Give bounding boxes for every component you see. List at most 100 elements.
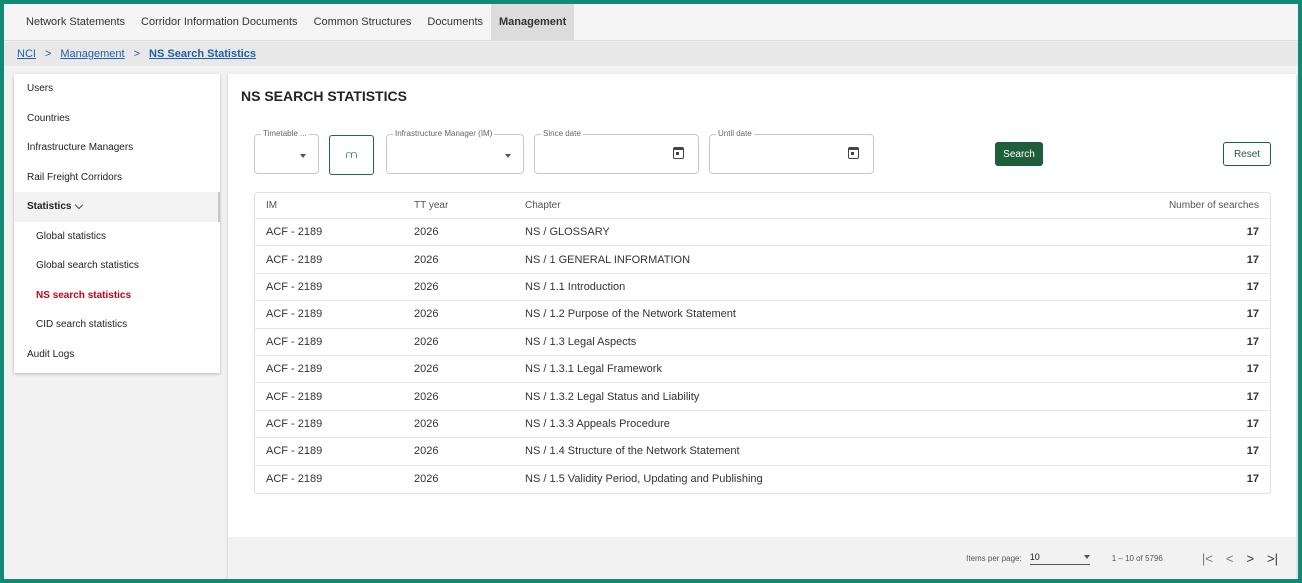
cell-tt-year: 2026	[414, 417, 439, 430]
sidebar-item-cid-search-statistics[interactable]: CID search statistics	[14, 310, 220, 340]
cell-number-of-searches: 17	[1246, 253, 1259, 266]
table-row[interactable]: ACF - 2189 2026 NS / 1.5 Validity Period…	[255, 466, 1270, 493]
hierarchy-filter-button[interactable]: ⩋	[329, 135, 374, 175]
first-page-icon[interactable]: |<	[1202, 551, 1213, 566]
cell-chapter: NS / GLOSSARY	[525, 226, 610, 239]
hierarchy-icon: ⩋	[345, 148, 358, 161]
cell-tt-year: 2026	[414, 308, 439, 321]
next-page-icon[interactable]: >	[1246, 551, 1254, 566]
breadcrumb-nci[interactable]: NCI	[17, 48, 36, 60]
table-row[interactable]: ACF - 2189 2026 NS / 1.3 Legal Aspects 1…	[255, 329, 1270, 356]
table-row[interactable]: ACF - 2189 2026 NS / 1.4 Structure of th…	[255, 438, 1270, 466]
tab-documents[interactable]: Documents	[419, 4, 491, 40]
sidebar-item-countries[interactable]: Countries	[14, 104, 220, 134]
cell-chapter: NS / 1.3.3 Appeals Procedure	[525, 417, 670, 430]
table-row[interactable]: ACF - 2189 2026 NS / 1.3.1 Legal Framewo…	[255, 356, 1270, 384]
table-header-row: IM TT year Chapter Number of searches	[255, 193, 1270, 219]
since-date-label: Since date	[541, 129, 583, 138]
calendar-icon[interactable]	[848, 147, 859, 159]
breadcrumb: NCI > Management > NS Search Statistics	[4, 42, 1298, 66]
since-date-field[interactable]: Since date	[534, 129, 699, 174]
cell-tt-year: 2026	[414, 226, 439, 239]
cell-im: ACF - 2189	[266, 363, 323, 376]
last-page-icon[interactable]: >|	[1267, 551, 1278, 566]
table-row[interactable]: ACF - 2189 2026 NS / 1.2 Purpose of the …	[255, 301, 1270, 329]
breadcrumb-separator: >	[44, 48, 52, 60]
sidebar-item-ns-search-statistics[interactable]: NS search statistics	[14, 281, 220, 311]
cell-tt-year: 2026	[414, 445, 439, 458]
timetable-select[interactable]: Timetable ...	[254, 129, 319, 174]
column-header-im[interactable]: IM	[255, 200, 414, 211]
tab-corridor-information-documents[interactable]: Corridor Information Documents	[133, 4, 306, 40]
dropdown-arrow-icon	[1083, 554, 1090, 559]
dropdown-arrow-icon	[505, 154, 511, 158]
cell-chapter: NS / 1.2 Purpose of the Network Statemen…	[525, 308, 736, 321]
cell-number-of-searches: 17	[1246, 445, 1259, 458]
cell-chapter: NS / 1.3 Legal Aspects	[525, 335, 637, 348]
cell-tt-year: 2026	[414, 335, 439, 348]
paginator: Items per page: 10 1 – 10 of 5796 |< < >…	[228, 537, 1296, 579]
cell-im: ACF - 2189	[266, 253, 323, 266]
sidebar-item-statistics[interactable]: Statistics	[14, 192, 220, 222]
cell-number-of-searches: 17	[1246, 335, 1259, 348]
column-header-chapter[interactable]: Chapter	[525, 200, 1140, 211]
column-header-number-of-searches[interactable]: Number of searches	[1140, 200, 1270, 211]
app-frame: Network Statements Corridor Information …	[4, 4, 1298, 579]
cell-chapter: NS / 1.5 Validity Period, Updating and P…	[525, 473, 763, 486]
cell-im: ACF - 2189	[266, 280, 323, 293]
calendar-icon[interactable]	[673, 147, 684, 159]
cell-number-of-searches: 17	[1246, 417, 1259, 430]
column-header-tt-year[interactable]: TT year	[414, 200, 525, 211]
sidebar-item-infrastructure-managers[interactable]: Infrastructure Managers	[14, 133, 220, 163]
items-per-page-value: 10	[1029, 551, 1040, 562]
sidebar-item-global-search-statistics[interactable]: Global search statistics	[14, 251, 220, 281]
table-row[interactable]: ACF - 2189 2026 NS / GLOSSARY 17	[255, 219, 1270, 247]
cell-number-of-searches: 17	[1246, 390, 1259, 403]
top-navigation: Network Statements Corridor Information …	[4, 4, 1298, 41]
table-row[interactable]: ACF - 2189 2026 NS / 1.1 Introduction 17	[255, 274, 1270, 302]
sidebar-item-global-statistics[interactable]: Global statistics	[14, 222, 220, 252]
breadcrumb-current[interactable]: NS Search Statistics	[149, 48, 256, 60]
cell-im: ACF - 2189	[266, 390, 323, 403]
breadcrumb-separator: >	[133, 48, 141, 60]
main-content: NS SEARCH STATISTICS Timetable ... ⩋ Inf…	[228, 74, 1296, 579]
cell-number-of-searches: 17	[1246, 363, 1259, 376]
sidebar-item-audit-logs[interactable]: Audit Logs	[14, 340, 220, 370]
cell-chapter: NS / 1.1 Introduction	[525, 280, 626, 293]
infrastructure-manager-select[interactable]: Infrastructure Manager (IM)	[386, 129, 524, 174]
sidebar-item-label: Statistics	[27, 201, 72, 213]
until-date-field[interactable]: Until date	[709, 129, 874, 174]
table-row[interactable]: ACF - 2189 2026 NS / 1 GENERAL INFORMATI…	[255, 246, 1270, 274]
table-row[interactable]: ACF - 2189 2026 NS / 1.3.3 Appeals Proce…	[255, 411, 1270, 439]
cell-number-of-searches: 17	[1246, 280, 1259, 293]
cell-im: ACF - 2189	[266, 445, 323, 458]
statistics-table: IM TT year Chapter Number of searches AC…	[254, 192, 1271, 494]
reset-button[interactable]: Reset	[1223, 142, 1271, 166]
items-per-page-select[interactable]: 10	[1029, 551, 1090, 565]
tab-network-statements[interactable]: Network Statements	[18, 4, 133, 40]
cell-tt-year: 2026	[414, 390, 439, 403]
cell-im: ACF - 2189	[266, 335, 323, 348]
cell-im: ACF - 2189	[266, 226, 323, 239]
breadcrumb-management[interactable]: Management	[60, 48, 124, 60]
tab-management[interactable]: Management	[491, 4, 575, 40]
dropdown-arrow-icon	[300, 154, 306, 158]
timetable-label: Timetable ...	[261, 129, 309, 138]
cell-im: ACF - 2189	[266, 417, 323, 430]
until-date-label: Until date	[716, 129, 754, 138]
sidebar-item-rail-freight-corridors[interactable]: Rail Freight Corridors	[14, 163, 220, 193]
cell-tt-year: 2026	[414, 253, 439, 266]
cell-tt-year: 2026	[414, 363, 439, 376]
sidebar-item-users[interactable]: Users	[14, 74, 220, 104]
cell-number-of-searches: 17	[1246, 473, 1259, 486]
table-row[interactable]: ACF - 2189 2026 NS / 1.3.2 Legal Status …	[255, 383, 1270, 411]
sidebar: Users Countries Infrastructure Managers …	[14, 74, 220, 373]
cell-chapter: NS / 1.3.1 Legal Framework	[525, 363, 662, 376]
previous-page-icon[interactable]: <	[1226, 551, 1234, 566]
cell-tt-year: 2026	[414, 473, 439, 486]
cell-number-of-searches: 17	[1246, 226, 1259, 239]
cell-chapter: NS / 1 GENERAL INFORMATION	[525, 253, 691, 266]
cell-tt-year: 2026	[414, 280, 439, 293]
search-button[interactable]: Search	[995, 142, 1043, 166]
tab-common-structures[interactable]: Common Structures	[306, 4, 420, 40]
